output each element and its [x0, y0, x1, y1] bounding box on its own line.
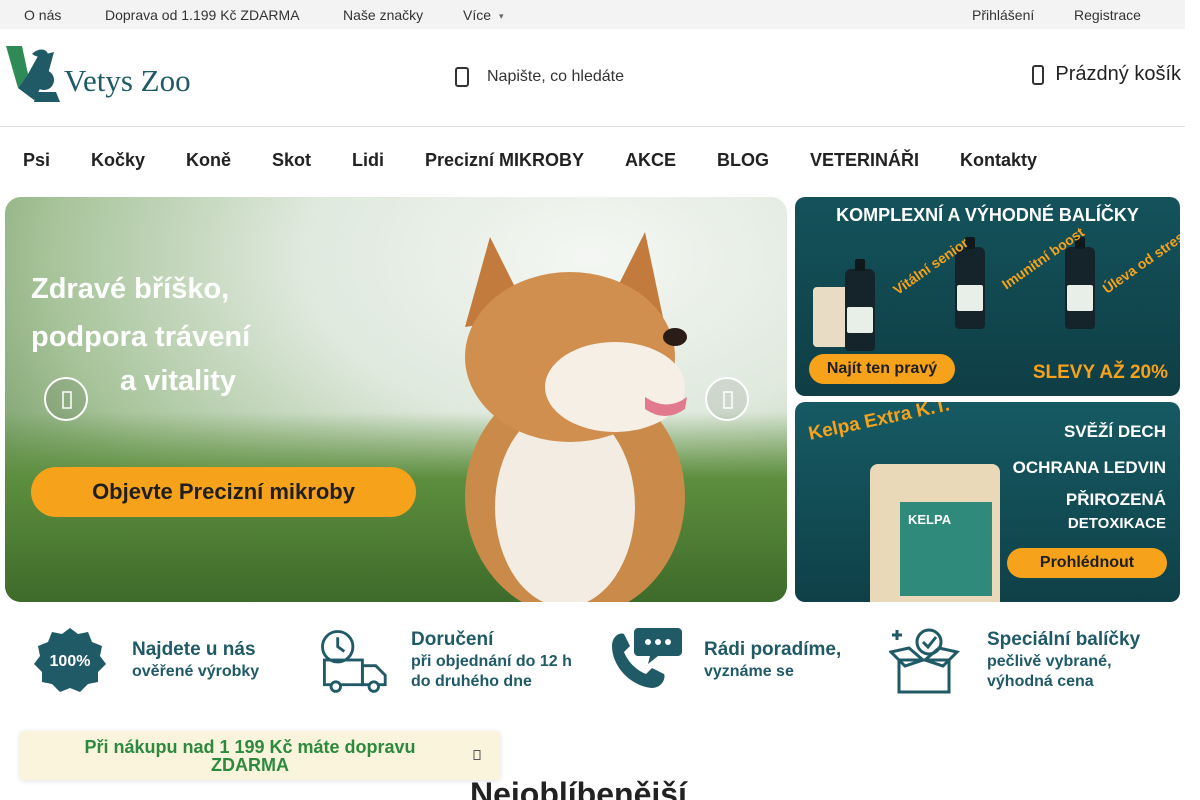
chevron-down-icon: ▾ — [499, 10, 504, 21]
badge-100-icon: 100% — [34, 628, 106, 692]
nav-item-akce[interactable]: AKCE — [625, 150, 676, 171]
close-icon[interactable] — [472, 750, 482, 760]
carousel-next-button[interactable] — [705, 377, 749, 421]
header-divider — [0, 126, 1185, 127]
benefit-line-4: DETOXIKACE — [1067, 515, 1166, 532]
usp-advice-line-2: vyznáme se — [704, 663, 794, 680]
phone-chat-icon — [612, 628, 682, 688]
nav-item-veterinari[interactable]: VETERINÁŘI — [810, 150, 919, 171]
gift-box-icon — [889, 628, 960, 694]
dog-illustration — [465, 232, 687, 602]
site-logo[interactable]: Vetys Zoo — [4, 44, 204, 106]
free-shipping-toast: Při nákupu nad 1 199 Kč máte dopravu ZDA… — [20, 731, 500, 780]
svg-text:100%: 100% — [50, 653, 91, 670]
benefit-line-1: SVĚŽÍ DECH — [1063, 422, 1166, 441]
topbar-more-menu[interactable]: Více ▾ — [463, 7, 504, 23]
product-bottle-image — [1065, 237, 1095, 329]
usp-delivery-line-1: Doručení — [411, 629, 494, 650]
nav-item-mikroby[interactable]: Precizní MIKROBY — [425, 150, 584, 171]
cart-icon — [1032, 64, 1045, 85]
benefit-line-2: OCHRANA LEDVIN — [1012, 458, 1166, 477]
usp-advice-line-1: Rádi poradíme, — [704, 639, 842, 660]
usp-verified-line-1: Najdete u nás — [132, 639, 256, 660]
hero-cta-button[interactable]: Objevte Precizní mikroby — [31, 467, 416, 517]
usp-bundles-line-2: pečlivě vybrané, — [987, 653, 1112, 670]
tag-uleva-od-stresu: Úleva od stresu — [1099, 223, 1180, 297]
topbar-link-brands[interactable]: Naše značky — [343, 7, 423, 23]
chevron-right-icon — [723, 391, 733, 409]
top-bar: O nás Doprava od 1.199 Kč ZDARMA Naše zn… — [0, 0, 1185, 29]
delivery-truck-icon — [321, 630, 387, 693]
topbar-more-label: Více — [463, 7, 492, 23]
hero-heading-line-3: a vitality — [120, 365, 237, 397]
hero-heading-line-1: Zdravé bříško, — [31, 273, 230, 305]
hero-carousel[interactable]: Zdravé bříško, podpora trávení a vitalit… — [5, 197, 787, 602]
cart-button[interactable]: Prázdný košík — [1032, 63, 1181, 86]
kelpa-product-name: Kelpa Extra K.T. — [806, 402, 952, 445]
nav-item-kone[interactable]: Koně — [186, 150, 231, 171]
bundles-banner-button[interactable]: Najít ten pravý — [809, 354, 955, 384]
kelpa-banner-button[interactable]: Prohlédnout — [1007, 548, 1167, 578]
search-input[interactable]: Napište, co hledáte — [452, 62, 752, 92]
bundles-banner-title: KOMPLEXNÍ A VÝHODNÉ BALÍČKY — [836, 205, 1139, 225]
section-title-popular: Nejoblíbenější — [470, 776, 687, 800]
kelpa-pouch-image: KELPA — [870, 464, 1000, 602]
topbar-link-about[interactable]: O nás — [24, 7, 61, 23]
chevron-left-icon — [62, 391, 72, 409]
nav-item-kocky[interactable]: Kočky — [91, 150, 145, 171]
kelpa-pouch-label: KELPA — [908, 512, 952, 527]
usp-verified: 100% Najdete u nás ověřené výrobky — [34, 624, 259, 696]
kelpa-banner[interactable]: Kelpa Extra K.T. KELPA SVĚŽÍ DECH OCHRAN… — [795, 402, 1180, 602]
bundles-banner[interactable]: KOMPLEXNÍ A VÝHODNÉ BALÍČKY Vitální seni… — [795, 197, 1180, 396]
free-shipping-toast-text: Při nákupu nad 1 199 Kč máte dopravu ZDA… — [84, 737, 416, 775]
nav-item-psi[interactable]: Psi — [23, 150, 50, 171]
product-bottle-image — [845, 259, 875, 351]
main-nav: Psi Kočky Koně Skot Lidi Precizní MIKROB… — [0, 150, 1185, 174]
usp-bundles-line-3: výhodná cena — [987, 673, 1094, 690]
carousel-prev-button[interactable] — [44, 377, 88, 421]
usp-delivery-line-2: při objednání do 12 h — [411, 653, 572, 670]
nav-item-skot[interactable]: Skot — [272, 150, 311, 171]
cart-label: Prázdný košík — [1055, 63, 1181, 85]
product-bottle-image — [955, 237, 985, 329]
usp-bundles-line-1: Speciální balíčky — [987, 629, 1141, 650]
hero-heading-line-2: podpora trávení — [31, 321, 251, 353]
nav-item-blog[interactable]: BLOG — [717, 150, 769, 171]
usp-advice: Rádi poradíme, vyznáme se — [606, 624, 841, 696]
usp-delivery-line-3: do druhého dne — [411, 673, 532, 690]
search-placeholder: Napište, co hledáte — [487, 68, 624, 85]
usp-verified-line-2: ověřené výrobky — [132, 663, 260, 680]
benefit-line-3: PŘIROZENÁ — [1065, 490, 1166, 509]
nav-item-kontakty[interactable]: Kontakty — [960, 150, 1037, 171]
logo-animals-icon — [6, 46, 60, 102]
logo-text: Vetys Zoo — [64, 63, 191, 98]
topbar-link-shipping[interactable]: Doprava od 1.199 Kč ZDARMA — [105, 7, 300, 23]
search-icon — [455, 67, 469, 87]
nav-item-lidi[interactable]: Lidi — [352, 150, 384, 171]
register-link[interactable]: Registrace — [1074, 7, 1141, 23]
bundles-sale-label: SLEVY AŽ 20% — [1032, 362, 1168, 383]
usp-delivery: Doručení při objednání do 12 h do druhého … — [313, 624, 572, 696]
login-link[interactable]: Přihlášení — [972, 7, 1034, 23]
usp-bundles: Speciální balíčky pečlivě vybrané, výhodná… — [889, 624, 1140, 696]
